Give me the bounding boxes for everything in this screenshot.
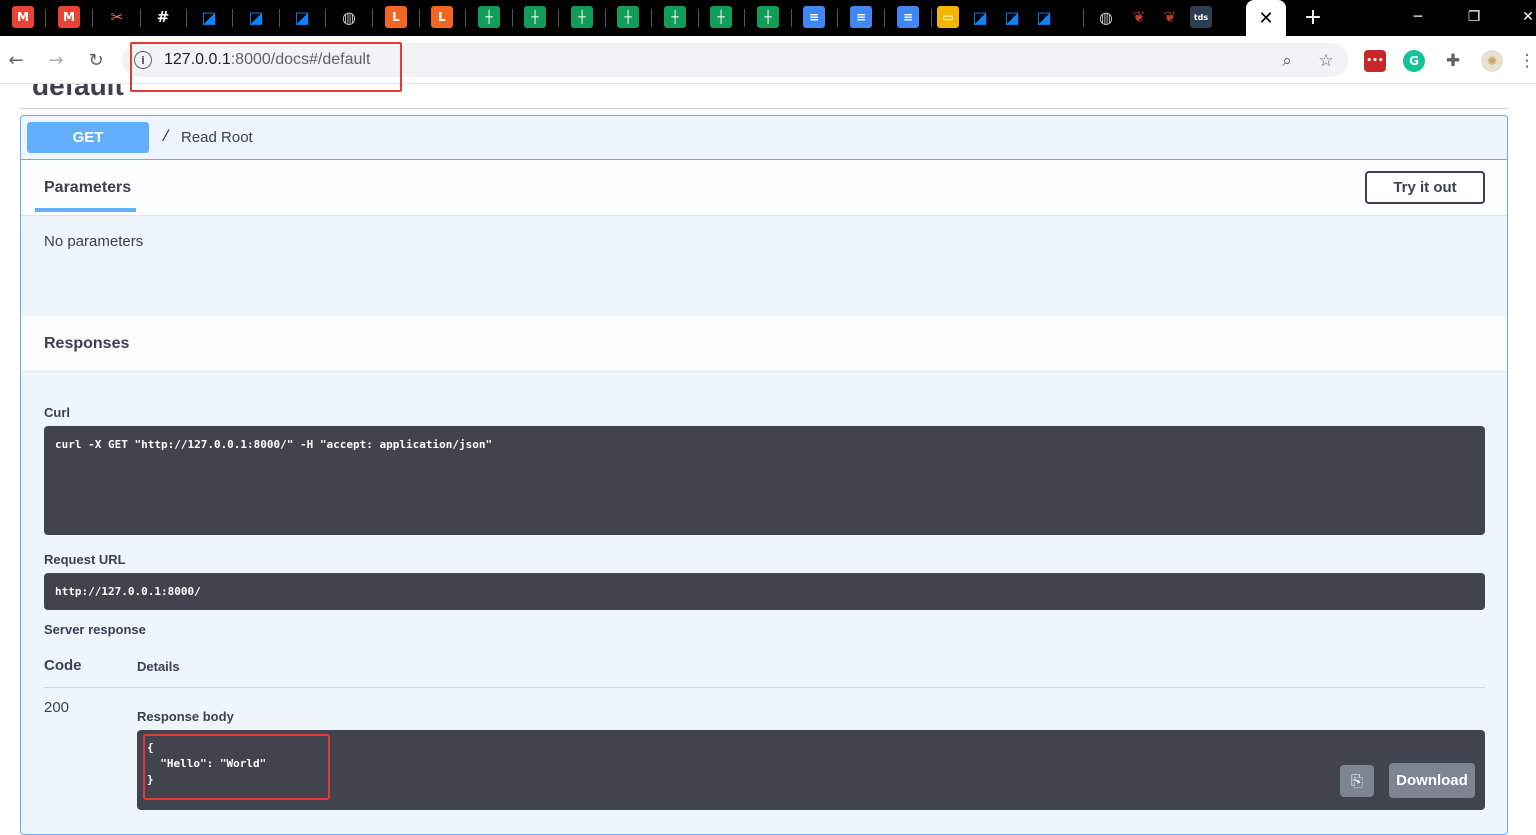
azure-devops-tab-icon[interactable]: ◪: [1033, 6, 1055, 28]
sheets-tab-icon[interactable]: ┼: [478, 6, 500, 28]
curl-command[interactable]: curl -X GET "http://127.0.0.1:8000/" -H …: [44, 426, 1485, 535]
curl-label: Curl: [44, 405, 70, 420]
tab-strip: M M ✂ # ◪ ◪ ◪ ◍ L L ┼ ┼ ┼ ┼ ┼ ┼ ┼ ≡ ≡ ≡ …: [0, 0, 1536, 36]
responses-header: Responses: [21, 316, 1507, 372]
azure-devops-tab-icon[interactable]: ◪: [198, 6, 220, 28]
tab-parameters[interactable]: Parameters: [44, 179, 131, 197]
gmail-tab-icon[interactable]: M: [58, 6, 80, 28]
feather-tab-icon[interactable]: ❦: [1128, 6, 1150, 28]
bookmark-star-icon[interactable]: ☆: [1315, 50, 1337, 72]
profile-avatar[interactable]: ✺: [1481, 50, 1503, 72]
tab-separator: [45, 9, 46, 27]
response-body-label: Response body: [137, 709, 234, 724]
method-badge: GET: [27, 122, 149, 153]
response-body-highlight: [143, 734, 330, 800]
slack-tab-icon[interactable]: #: [152, 6, 174, 28]
azure-devops-tab-icon[interactable]: ◪: [1001, 6, 1023, 28]
status-code: 200: [44, 699, 70, 716]
orange-app-tab-icon[interactable]: L: [431, 6, 453, 28]
try-it-out-button[interactable]: Try it out: [1365, 171, 1485, 204]
operation-summary-text: Read Root: [181, 129, 253, 146]
globe-tab-icon[interactable]: ◍: [1095, 6, 1117, 28]
azure-devops-tab-icon[interactable]: ◪: [969, 6, 991, 28]
tab-separator: [325, 9, 326, 27]
new-tab-button[interactable]: +: [1300, 4, 1326, 30]
request-url[interactable]: http://127.0.0.1:8000/: [44, 573, 1485, 610]
tab-separator: [698, 9, 699, 27]
docs-tab-icon[interactable]: ≡: [897, 6, 919, 28]
download-button[interactable]: Download: [1389, 763, 1475, 798]
tab-separator: [232, 9, 233, 27]
tab-separator: [791, 9, 792, 27]
hubspot-tab-icon[interactable]: ✂: [106, 6, 128, 28]
close-window-button[interactable]: ✕: [1508, 4, 1536, 30]
no-parameters-text: No parameters: [44, 233, 144, 250]
tab-separator: [419, 9, 420, 27]
tab-active-indicator: [35, 208, 136, 212]
copy-to-clipboard-icon[interactable]: ⎘: [1340, 765, 1374, 797]
sheets-tab-icon[interactable]: ┼: [524, 6, 546, 28]
operation-block: GET / Read Root Parameters Try it out No…: [20, 115, 1508, 835]
tab-separator: [651, 9, 652, 27]
responses-title: Responses: [44, 335, 130, 352]
tab-separator: [186, 9, 187, 27]
section-divider: [20, 108, 1508, 109]
back-arrow-icon[interactable]: ←: [4, 48, 28, 72]
url-highlight: [130, 42, 402, 92]
slides-tab-icon[interactable]: ▭: [937, 6, 959, 28]
reload-icon[interactable]: ↻: [84, 48, 108, 72]
tab-separator: [837, 9, 838, 27]
tab-separator: [605, 9, 606, 27]
server-response-label: Server response: [44, 622, 146, 637]
active-tab-close-icon[interactable]: ✕: [1246, 0, 1286, 36]
extensions-puzzle-icon[interactable]: ✚: [1442, 50, 1464, 72]
tab-separator: [744, 9, 745, 27]
sheets-tab-icon[interactable]: ┼: [757, 6, 779, 28]
operation-summary[interactable]: GET / Read Root: [21, 116, 1507, 160]
tab-separator: [279, 9, 280, 27]
tds-tab-icon[interactable]: tds: [1190, 6, 1212, 28]
tab-separator: [140, 9, 141, 27]
minimize-button[interactable]: ─: [1398, 4, 1438, 30]
sheets-tab-icon[interactable]: ┼: [710, 6, 732, 28]
sheets-tab-icon[interactable]: ┼: [664, 6, 686, 28]
parameters-header: Parameters Try it out: [21, 160, 1507, 216]
response-body[interactable]: { "Hello": "World" }: [137, 730, 1485, 810]
docs-tab-icon[interactable]: ≡: [850, 6, 872, 28]
response-table-header: Code Details: [44, 654, 1485, 688]
sheets-tab-icon[interactable]: ┼: [617, 6, 639, 28]
lastpass-extension-icon[interactable]: •••: [1364, 50, 1386, 72]
zoom-icon[interactable]: ⌕: [1276, 50, 1298, 72]
forward-arrow-icon[interactable]: →: [44, 48, 68, 72]
orange-app-tab-icon[interactable]: L: [385, 6, 407, 28]
tab-separator: [465, 9, 466, 27]
globe-tab-icon[interactable]: ◍: [338, 6, 360, 28]
tab-separator: [884, 9, 885, 27]
tab-separator: [372, 9, 373, 27]
tab-separator: [512, 9, 513, 27]
azure-devops-tab-icon[interactable]: ◪: [291, 6, 313, 28]
tab-separator: [92, 9, 93, 27]
restore-button[interactable]: ❐: [1454, 4, 1494, 30]
gmail-tab-icon[interactable]: M: [12, 6, 34, 28]
grammarly-extension-icon[interactable]: G: [1403, 50, 1425, 72]
azure-devops-tab-icon[interactable]: ◪: [245, 6, 267, 28]
details-column-header: Details: [137, 659, 180, 674]
code-column-header: Code: [44, 657, 82, 674]
request-url-label: Request URL: [44, 552, 126, 567]
sheets-tab-icon[interactable]: ┼: [571, 6, 593, 28]
tab-separator: [558, 9, 559, 27]
feather-tab-icon[interactable]: ❦: [1159, 6, 1181, 28]
docs-tab-icon[interactable]: ≡: [803, 6, 825, 28]
tab-separator: [1083, 9, 1084, 27]
browser-menu-icon[interactable]: ⋮: [1519, 50, 1536, 72]
tab-separator: [931, 9, 932, 27]
operation-path: /: [161, 128, 171, 146]
